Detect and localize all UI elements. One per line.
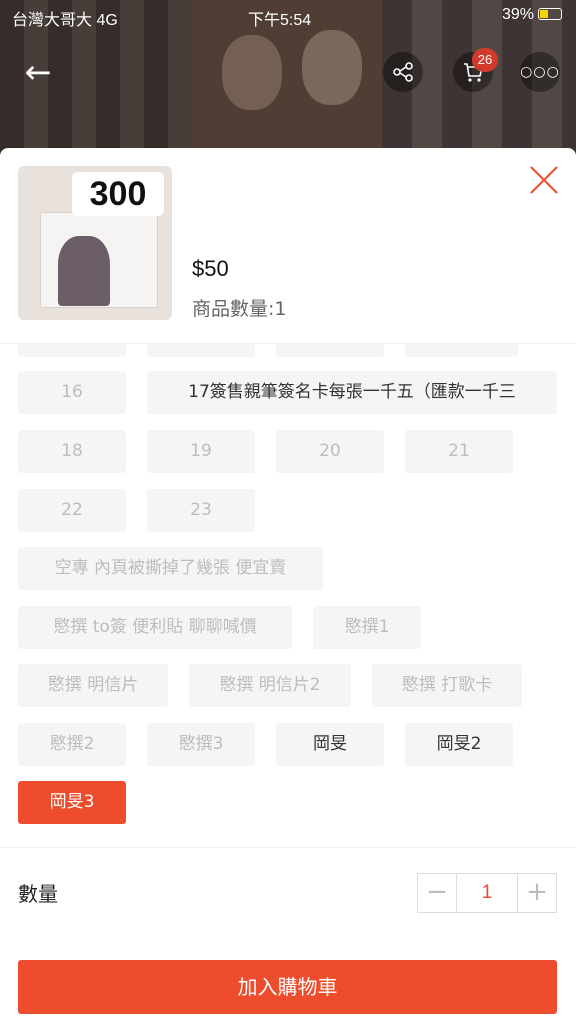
variation-option[interactable]: 愍撰 明信片 [18, 664, 168, 707]
variation-option[interactable]: 19 [147, 430, 255, 473]
clock: 下午5:54 [248, 12, 312, 29]
variation-options: 16 17簽售親筆簽名卡每張一千五（匯款一千三 18 19 20 21 22 2… [0, 344, 576, 848]
background-product-gallery: 台灣大哥大 4G 下午5:54 39% ← 26 ○○○ [0, 0, 576, 160]
product-price: $50 [192, 256, 229, 281]
variation-option[interactable]: 岡旻2 [405, 723, 513, 766]
sheet-header: 300 $50 商品數量:1 [0, 148, 576, 344]
variation-option-selected[interactable]: 岡旻3 [18, 781, 126, 824]
battery-status: 39% [502, 6, 562, 24]
variation-option[interactable]: 20 [276, 430, 384, 473]
add-to-cart-button[interactable]: 加入購物車 [18, 960, 557, 1014]
more-options-icon[interactable]: ○○○ [520, 52, 560, 92]
variation-option-partial[interactable] [276, 344, 384, 357]
variation-option-partial[interactable] [147, 344, 255, 357]
variation-option[interactable]: 岡旻 [276, 723, 384, 766]
share-icon[interactable] [383, 52, 423, 92]
quantity-row: 數量 − 1 + [0, 848, 576, 940]
variation-option[interactable]: 21 [405, 430, 513, 473]
variation-option[interactable]: 愍撰1 [313, 606, 421, 649]
variation-option[interactable]: 愍撰 打歌卡 [372, 664, 522, 707]
variation-option[interactable]: 22 [18, 489, 126, 532]
variation-option[interactable]: 愍撰 to簽 便利貼 聊聊喊價 [18, 606, 292, 649]
variation-option[interactable]: 16 [18, 371, 126, 414]
variation-bottom-sheet: 300 $50 商品數量:1 16 17簽售親筆簽名卡每張一千五（匯款一千三 1… [0, 148, 576, 1024]
quantity-label: 數量 [18, 882, 58, 906]
close-icon[interactable] [526, 162, 562, 198]
back-arrow-icon[interactable]: ← [18, 52, 58, 92]
battery-percent: 39% [501, 6, 534, 23]
quantity-input[interactable]: 1 [456, 874, 518, 912]
cart-count-badge: 26 [472, 48, 498, 72]
product-quantity-text: 商品數量:1 [192, 298, 287, 320]
carrier-label: 台灣大哥大 4G [12, 12, 118, 29]
variation-option-partial[interactable] [18, 344, 126, 357]
variation-option-partial[interactable] [405, 344, 518, 357]
variation-option[interactable]: 愍撰2 [18, 723, 126, 766]
variation-option[interactable]: 空專 內頁被撕掉了幾張 便宜賣 [18, 547, 323, 590]
status-bar: 台灣大哥大 4G 下午5:54 39% [0, 0, 576, 32]
product-thumbnail: 300 [18, 166, 172, 320]
quantity-stepper: − 1 + [417, 873, 557, 913]
battery-icon [538, 8, 562, 20]
decrease-button[interactable]: − [418, 874, 456, 912]
variation-option[interactable]: 18 [18, 430, 126, 473]
variation-option[interactable]: 23 [147, 489, 255, 532]
person-figure [58, 236, 110, 306]
variation-option[interactable]: 愍撰 明信片2 [189, 664, 351, 707]
increase-button[interactable]: + [518, 874, 556, 912]
thumbnail-price-tag: 300 [72, 172, 164, 216]
variation-option[interactable]: 愍撰3 [147, 723, 255, 766]
variation-option[interactable]: 17簽售親筆簽名卡每張一千五（匯款一千三 [147, 371, 557, 414]
